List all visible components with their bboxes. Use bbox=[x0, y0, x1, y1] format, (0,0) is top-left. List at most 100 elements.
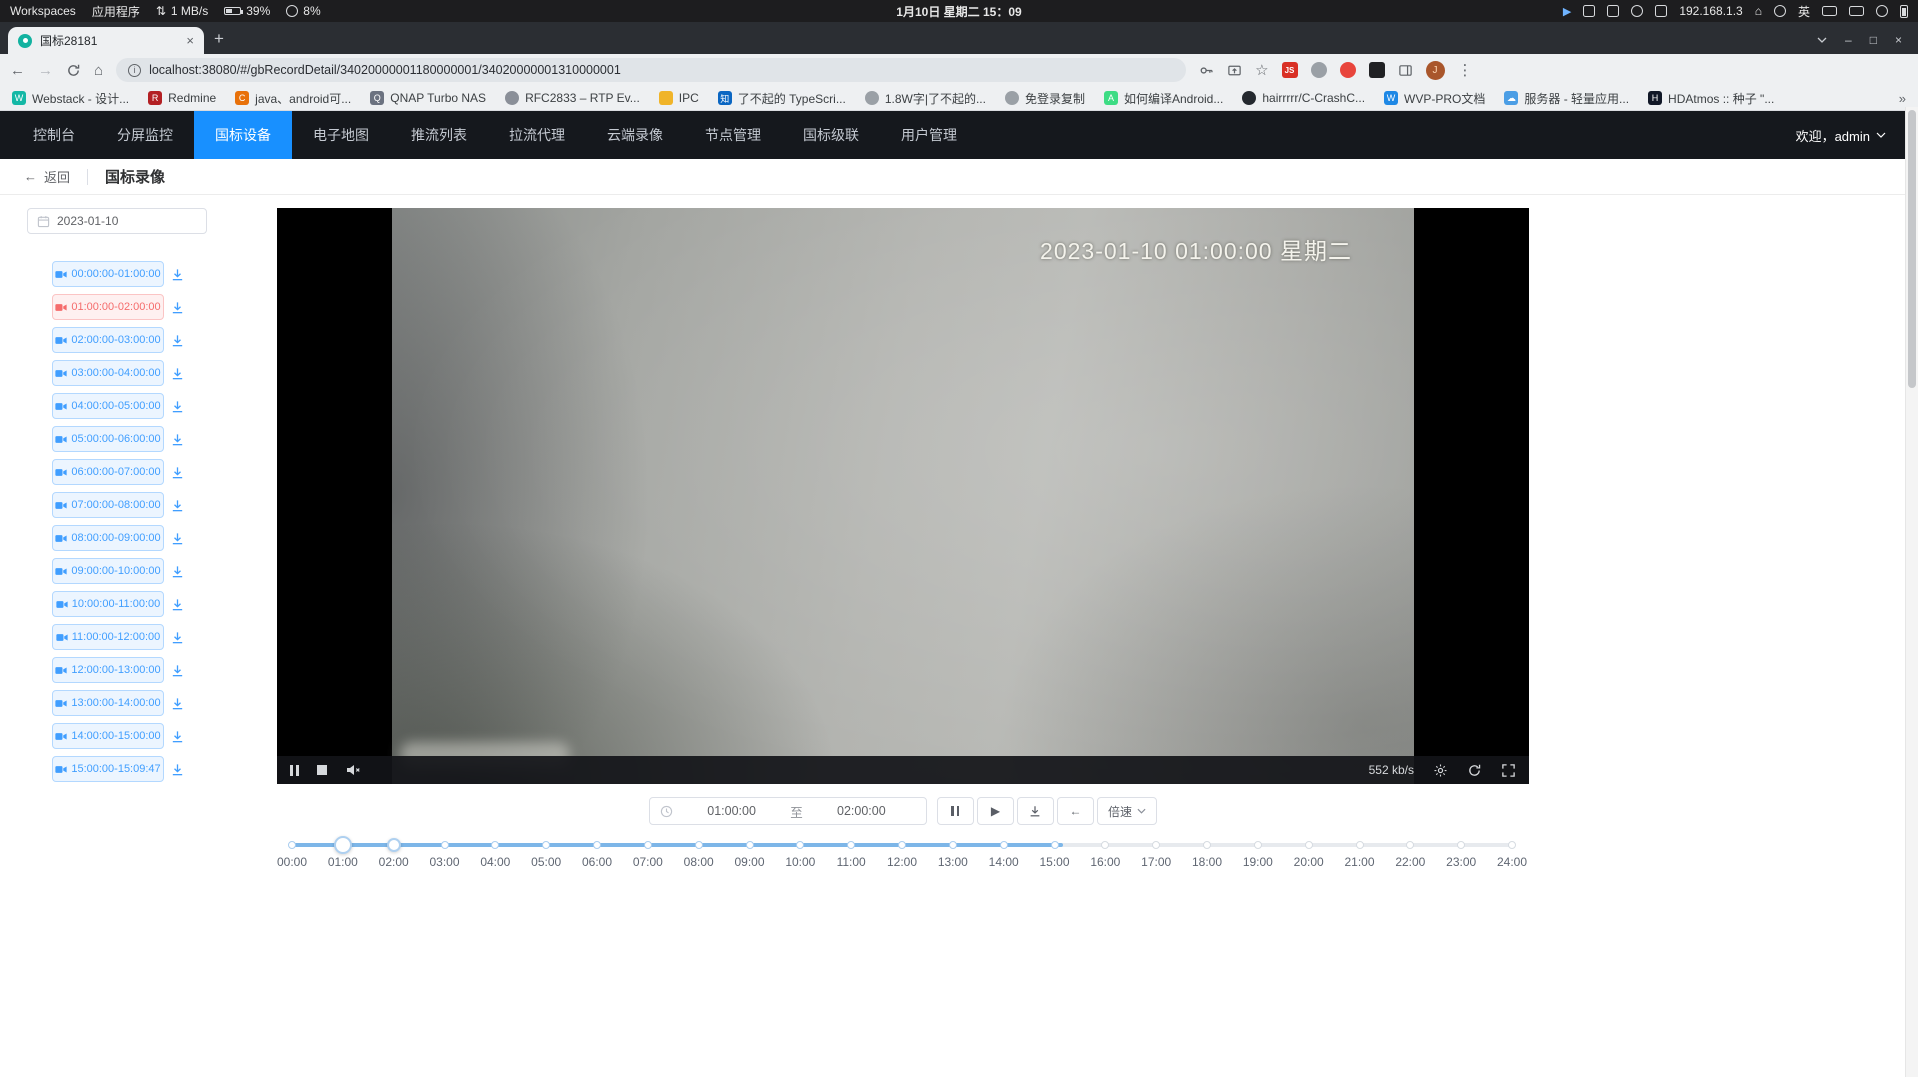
bookmark-item[interactable]: Q QNAP Turbo NAS bbox=[370, 91, 486, 105]
nav-item[interactable]: 国标级联 bbox=[782, 111, 880, 159]
tools-icon[interactable] bbox=[1655, 5, 1667, 17]
timeline-hour-dot[interactable] bbox=[1203, 841, 1211, 849]
keyboard-icon[interactable] bbox=[1822, 6, 1837, 16]
bookmark-item[interactable]: ☁ 服务器 - 轻量应用... bbox=[1504, 90, 1629, 107]
timeline-hour-dot[interactable] bbox=[695, 841, 703, 849]
new-tab-button[interactable]: + bbox=[214, 29, 224, 49]
settings-gear-icon[interactable] bbox=[1433, 763, 1448, 778]
download-button[interactable] bbox=[1017, 797, 1054, 825]
timeline-hour-dot[interactable] bbox=[288, 841, 296, 849]
browser-reload-button[interactable] bbox=[66, 63, 81, 78]
extension-icon[interactable] bbox=[1369, 62, 1385, 78]
segment-download-icon[interactable] bbox=[170, 663, 185, 678]
segment-button[interactable]: 12:00:00-13:00:00 bbox=[52, 657, 164, 683]
extension-icon[interactable] bbox=[1340, 62, 1356, 78]
bookmark-item[interactable]: 知 了不起的 TypeScri... bbox=[718, 90, 846, 107]
segment-button[interactable]: 15:00:00-15:09:47 bbox=[52, 756, 164, 782]
timeline-hour-dot[interactable] bbox=[746, 841, 754, 849]
segment-button[interactable]: 11:00:00-12:00:00 bbox=[52, 624, 164, 650]
bookmark-star-icon[interactable]: ☆ bbox=[1255, 61, 1268, 79]
segment-button[interactable]: 00:00:00-01:00:00 bbox=[52, 261, 164, 287]
segment-download-icon[interactable] bbox=[170, 366, 185, 381]
time-range-input[interactable]: 01:00:00 至 02:00:00 bbox=[649, 797, 927, 825]
timeline-hour-dot[interactable] bbox=[847, 841, 855, 849]
segment-download-icon[interactable] bbox=[170, 300, 185, 315]
timeline-hour-dot[interactable] bbox=[644, 841, 652, 849]
timeline-hour-dot[interactable] bbox=[1152, 841, 1160, 849]
bookmark-item[interactable]: R Redmine bbox=[148, 91, 216, 105]
browser-tab[interactable]: 国标28181 × bbox=[8, 27, 204, 54]
timeline-hour-dot[interactable] bbox=[1508, 841, 1516, 849]
bookmark-item[interactable]: A 如何编译Android... bbox=[1104, 90, 1223, 107]
bookmark-item[interactable]: H HDAtmos :: 种子 "... bbox=[1648, 90, 1774, 107]
timeline-hour-dot[interactable] bbox=[1406, 841, 1414, 849]
speed-button[interactable]: 倍速 bbox=[1097, 797, 1157, 825]
timeline-hour-dot[interactable] bbox=[949, 841, 957, 849]
segment-button[interactable]: 03:00:00-04:00:00 bbox=[52, 360, 164, 386]
page-scrollbar[interactable] bbox=[1905, 107, 1918, 1077]
bookmarks-overflow-icon[interactable]: » bbox=[1899, 91, 1906, 106]
nav-item[interactable]: 节点管理 bbox=[684, 111, 782, 159]
timeline-hour-dot[interactable] bbox=[1305, 841, 1313, 849]
nav-item[interactable]: 电子地图 bbox=[292, 111, 390, 159]
segment-button[interactable]: 01:00:00-02:00:00 bbox=[52, 294, 164, 320]
nav-item[interactable]: 用户管理 bbox=[880, 111, 978, 159]
segment-download-icon[interactable] bbox=[170, 399, 185, 414]
timeline-hour-dot[interactable] bbox=[1356, 841, 1364, 849]
nav-item[interactable]: 拉流代理 bbox=[488, 111, 586, 159]
window-minimize-button[interactable]: – bbox=[1845, 33, 1852, 47]
extension-js-icon[interactable]: JS bbox=[1282, 62, 1298, 78]
clock[interactable]: 1月10日 星期二 15：09 bbox=[896, 3, 1021, 20]
segment-download-icon[interactable] bbox=[170, 531, 185, 546]
segment-download-icon[interactable] bbox=[170, 597, 185, 612]
ip-address[interactable]: 192.168.1.3 bbox=[1679, 4, 1742, 18]
bookmark-item[interactable]: 1.8W字|了不起的... bbox=[865, 90, 986, 107]
timeline-hour-dot[interactable] bbox=[1254, 841, 1262, 849]
range-start-time[interactable]: 01:00:00 bbox=[677, 804, 786, 818]
volume-muted-icon[interactable] bbox=[345, 762, 361, 778]
timeline-available-range[interactable] bbox=[292, 843, 1063, 847]
nav-item[interactable]: 推流列表 bbox=[390, 111, 488, 159]
side-panel-icon[interactable] bbox=[1398, 63, 1413, 78]
fullscreen-icon[interactable] bbox=[1501, 763, 1516, 778]
segment-button[interactable]: 09:00:00-10:00:00 bbox=[52, 558, 164, 584]
segment-download-icon[interactable] bbox=[170, 696, 185, 711]
bookmark-item[interactable]: RFC2833 – RTP Ev... bbox=[505, 91, 640, 105]
timeline-handle[interactable] bbox=[334, 836, 352, 854]
timeline-hour-dot[interactable] bbox=[593, 841, 601, 849]
clipboard-icon[interactable] bbox=[1607, 5, 1619, 17]
bookmark-item[interactable]: hairrrrr/C-CrashC... bbox=[1242, 91, 1365, 105]
nav-item[interactable]: 云端录像 bbox=[586, 111, 684, 159]
segment-download-icon[interactable] bbox=[170, 564, 185, 579]
share-icon[interactable] bbox=[1227, 63, 1242, 78]
segment-download-icon[interactable] bbox=[170, 465, 185, 480]
timeline-hour-dot[interactable] bbox=[491, 841, 499, 849]
screenshot-icon[interactable] bbox=[1583, 5, 1595, 17]
segment-download-icon[interactable] bbox=[170, 729, 185, 744]
workspaces-button[interactable]: Workspaces bbox=[10, 4, 76, 18]
window-close-button[interactable]: × bbox=[1895, 33, 1902, 47]
chat-icon[interactable] bbox=[1774, 5, 1786, 17]
segment-button[interactable]: 05:00:00-06:00:00 bbox=[52, 426, 164, 452]
back-button[interactable]: ← 返回 bbox=[24, 167, 70, 186]
browser-back-button[interactable]: ← bbox=[10, 62, 25, 79]
bookmark-item[interactable]: C java、android可... bbox=[235, 90, 351, 107]
segment-button[interactable]: 06:00:00-07:00:00 bbox=[52, 459, 164, 485]
site-info-icon[interactable]: i bbox=[128, 64, 141, 77]
segment-download-icon[interactable] bbox=[170, 762, 185, 777]
timeline-hour-dot[interactable] bbox=[1000, 841, 1008, 849]
password-key-icon[interactable] bbox=[1199, 63, 1214, 78]
segment-button[interactable]: 14:00:00-15:00:00 bbox=[52, 723, 164, 749]
bookmark-item[interactable]: W WVP-PRO文档 bbox=[1384, 90, 1485, 107]
segment-download-icon[interactable] bbox=[170, 498, 185, 513]
bookmark-item[interactable]: W Webstack - 设计... bbox=[12, 90, 129, 107]
timeline-hour-dot[interactable] bbox=[441, 841, 449, 849]
volume-icon[interactable] bbox=[1876, 5, 1888, 17]
browser-forward-button[interactable]: → bbox=[38, 62, 53, 79]
bookmark-item[interactable]: IPC bbox=[659, 91, 699, 105]
user-menu[interactable]: 欢迎，admin bbox=[1796, 126, 1906, 145]
recorder-icon[interactable] bbox=[1631, 5, 1643, 17]
segment-button[interactable]: 13:00:00-14:00:00 bbox=[52, 690, 164, 716]
extension-icon[interactable] bbox=[1311, 62, 1327, 78]
timeline-hour-dot[interactable] bbox=[542, 841, 550, 849]
